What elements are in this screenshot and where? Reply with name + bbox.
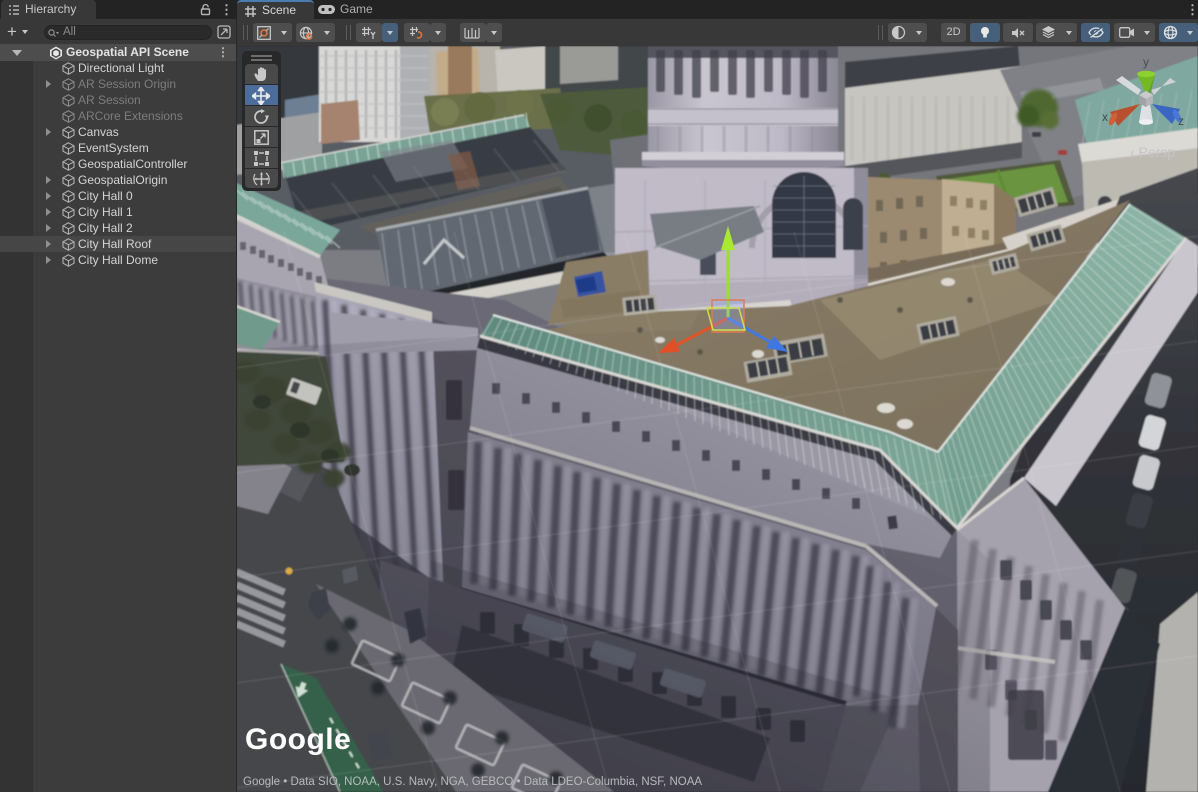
svg-text:‹ Persp: ‹ Persp	[1130, 144, 1175, 160]
svg-text:y: y	[1143, 55, 1149, 69]
svg-text:Google: Google	[245, 723, 351, 756]
svg-text:Google • Data SIO, NOAA, U.S.: Google • Data SIO, NOAA, U.S. Navy, NGA,…	[243, 776, 702, 788]
svg-text:z: z	[1178, 114, 1184, 128]
svg-text:x: x	[1102, 110, 1108, 124]
